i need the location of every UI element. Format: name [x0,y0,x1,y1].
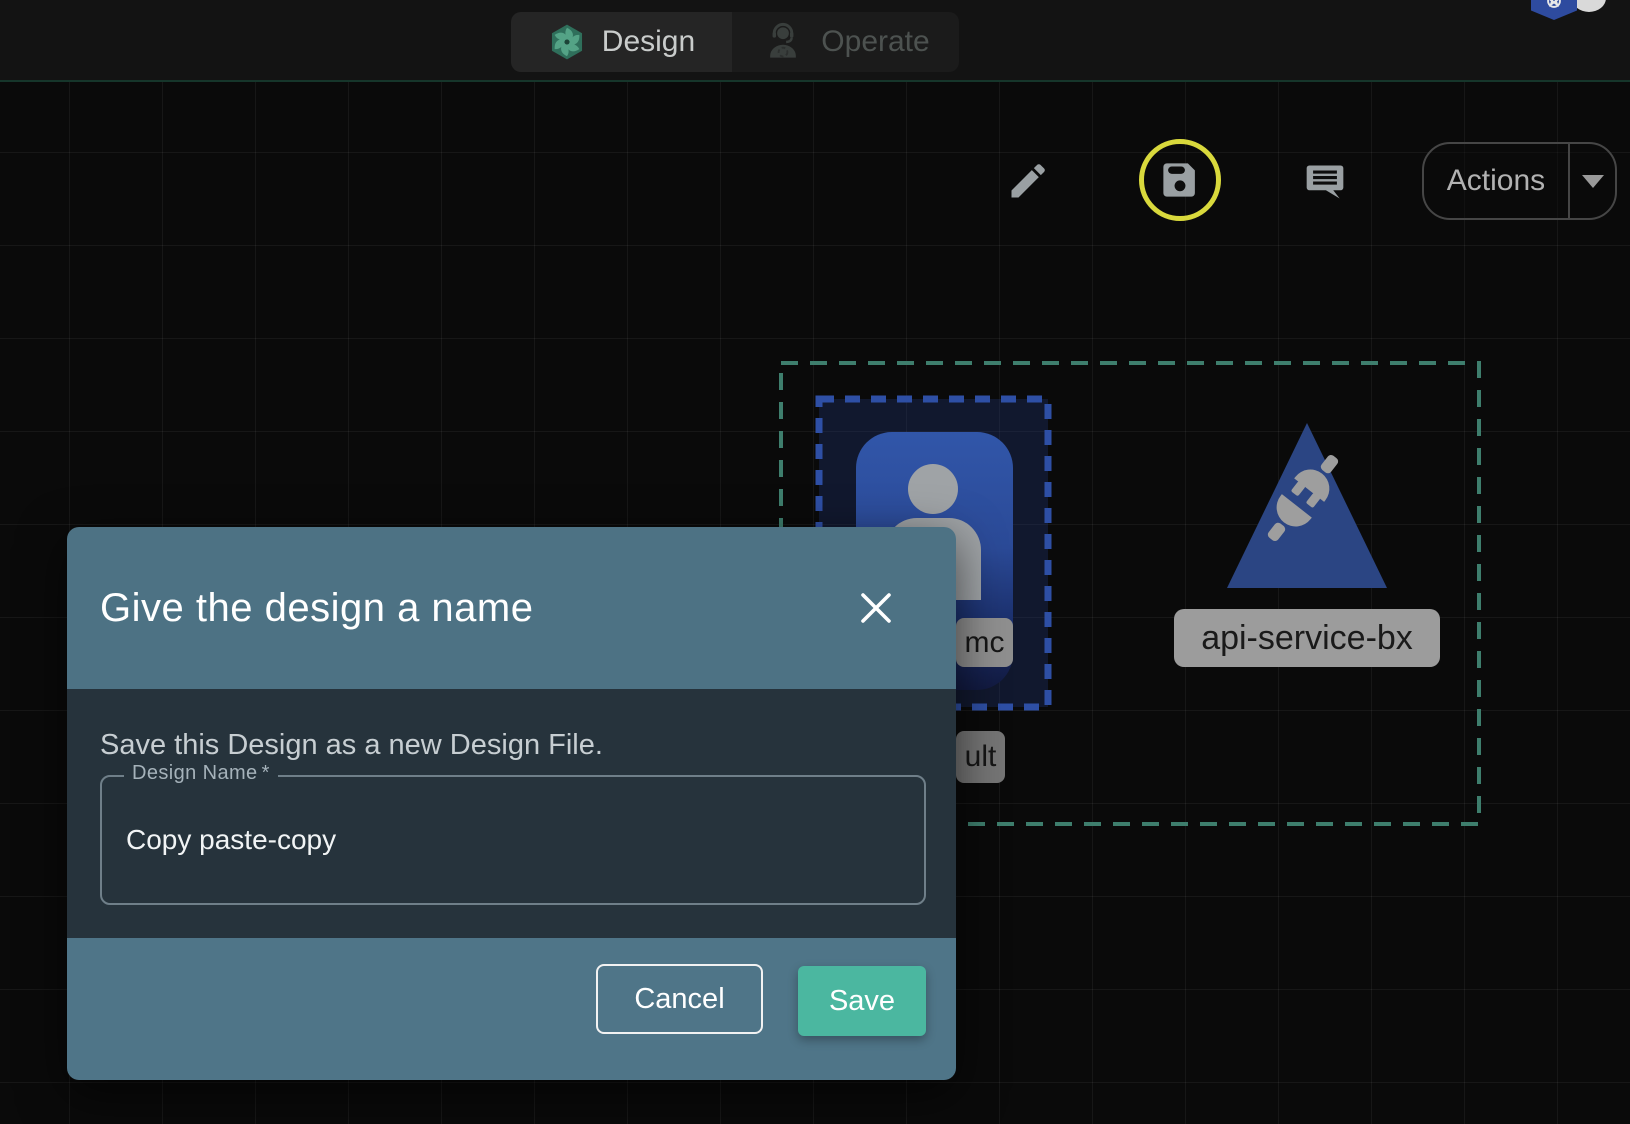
save-design-button[interactable] [1139,139,1221,221]
actions-dropdown-toggle[interactable] [1570,144,1615,218]
modal-title: Give the design a name [100,527,533,689]
namespace-label-partial[interactable]: ult [956,731,1005,783]
kubernetes-wheel-icon [1543,0,1565,12]
save-design-modal: Give the design a name Save this Design … [67,527,956,1080]
app-window: mc ult api-service-bx Actions [0,0,1630,1124]
pencil-icon [1006,159,1050,203]
modal-body: Save this Design as a new Design File. D… [67,689,956,938]
close-icon [858,590,894,626]
cancel-button[interactable]: Cancel [596,964,763,1034]
design-name-input[interactable] [102,777,924,903]
modal-footer: Cancel Save [67,938,956,1080]
save-confirm-button[interactable]: Save [798,966,926,1036]
mode-tabs: Design Operate [511,12,959,72]
tab-design-label: Design [602,25,695,59]
comment-icon [1303,160,1347,204]
tab-operate[interactable]: Operate [732,12,959,72]
top-bar: Design Operate [0,0,1630,82]
design-name-field: Design Name* [100,775,926,905]
node-label-partial[interactable]: mc [956,618,1013,667]
operator-headset-icon [761,20,805,64]
edit-design-button[interactable] [1004,157,1052,205]
tab-operate-label: Operate [821,25,929,59]
tab-design[interactable]: Design [511,12,732,72]
chevron-down-icon [1582,175,1604,188]
actions-button-label[interactable]: Actions [1424,144,1568,218]
close-button[interactable] [858,590,894,626]
actions-split-button[interactable]: Actions [1422,142,1617,220]
comment-button[interactable] [1301,158,1349,206]
modal-description: Save this Design as a new Design File. [100,729,603,762]
api-service-label[interactable]: api-service-bx [1174,609,1440,667]
modal-header: Give the design a name [67,527,956,689]
meshery-logo-icon [548,23,586,61]
floppy-disk-icon [1159,159,1201,201]
